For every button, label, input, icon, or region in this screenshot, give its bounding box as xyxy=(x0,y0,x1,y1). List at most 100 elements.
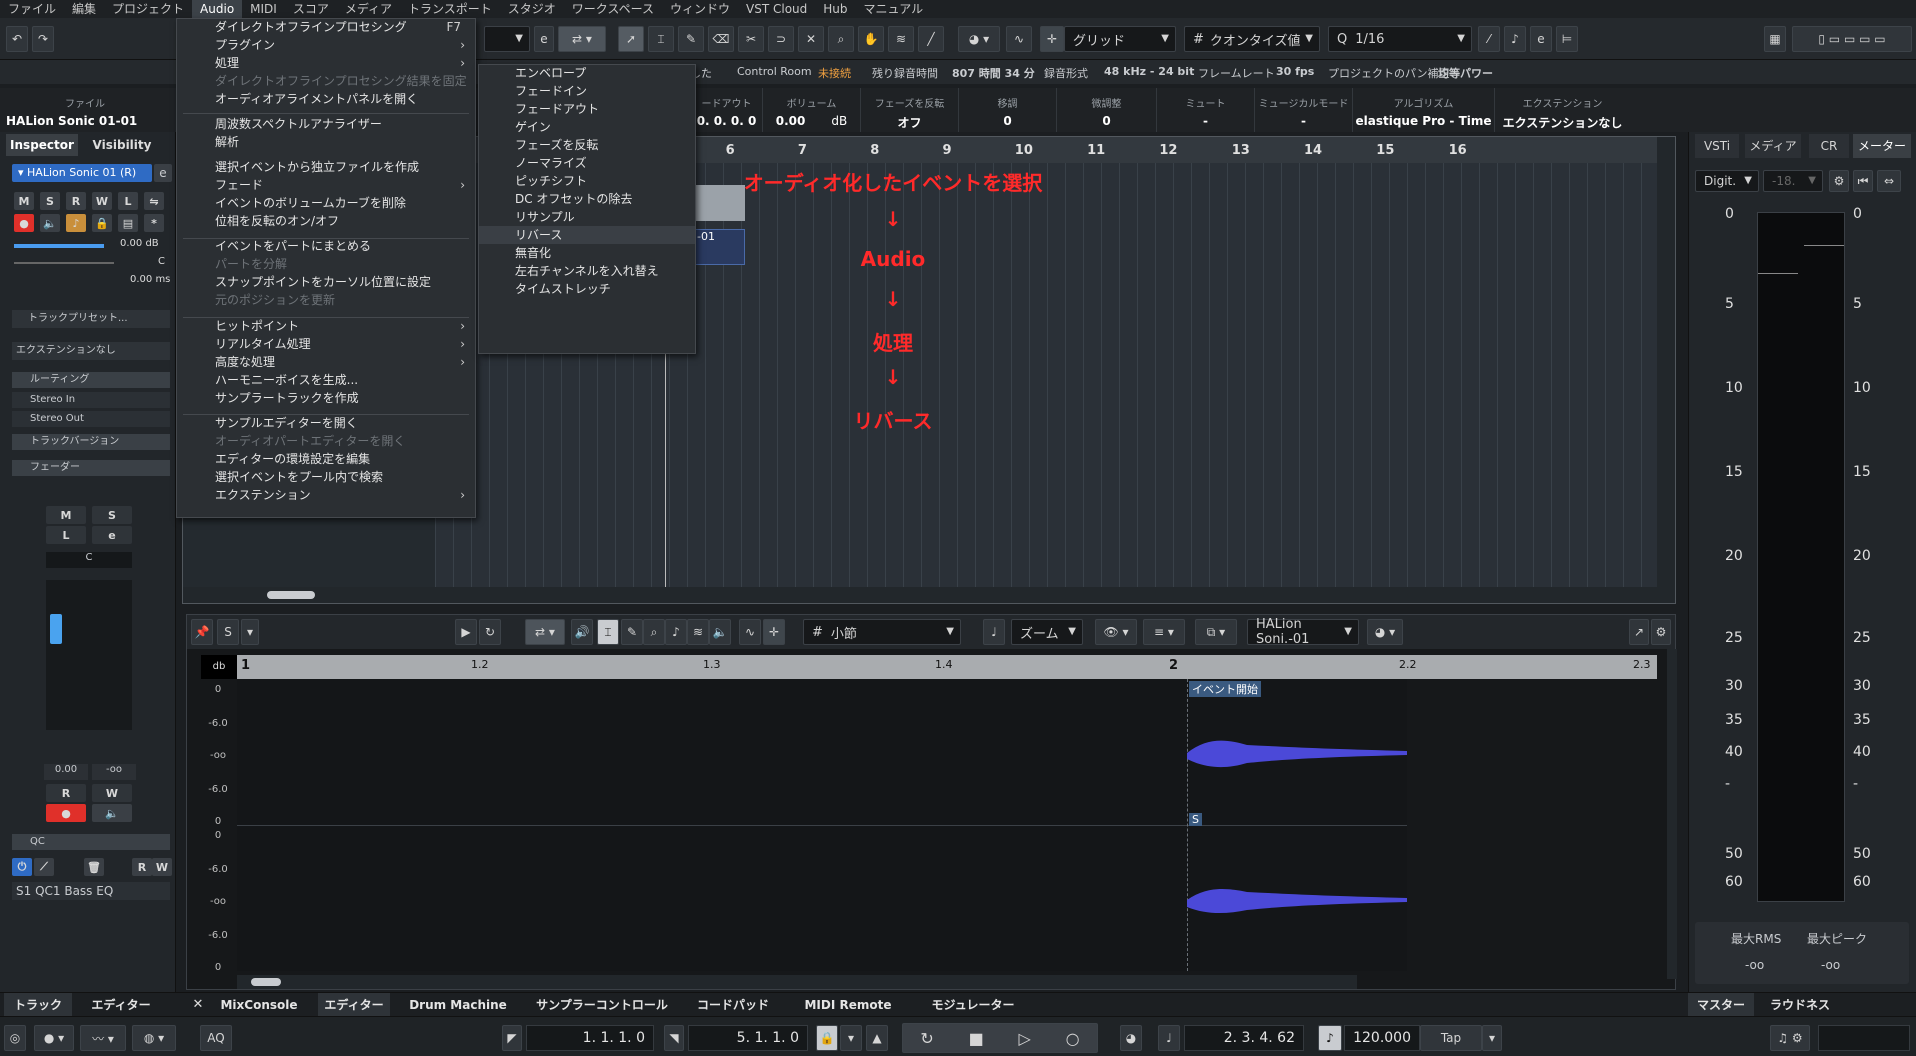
split-tool-icon[interactable]: ✂ xyxy=(738,26,764,52)
musical-mode-icon[interactable]: ♩ xyxy=(983,619,1005,645)
left-locator-field[interactable]: 1. 1. 1. 0 xyxy=(526,1025,654,1051)
bottom-tab[interactable]: Drum Machine xyxy=(398,993,518,1017)
project-hscroll[interactable] xyxy=(183,587,1657,603)
process-menu-item[interactable]: リサンプル xyxy=(479,208,695,226)
track-name[interactable]: ▾ HALion Sonic 01 (R) xyxy=(12,164,152,182)
meter-tab[interactable]: メディア xyxy=(1745,134,1801,158)
transport-extra-field[interactable] xyxy=(1818,1025,1910,1051)
fader-read-button[interactable]: R xyxy=(46,784,86,802)
extension-dropdown[interactable]: エクステンションなし xyxy=(12,342,170,360)
draw-tool-icon[interactable]: ✎ xyxy=(678,26,704,52)
pre-roll-icon[interactable]: ◕ xyxy=(1120,1025,1142,1051)
tab-inspector[interactable]: Inspector xyxy=(6,134,78,156)
process-menu-item[interactable]: 無音化 xyxy=(479,244,695,262)
quantize-value-dropdown[interactable]: Q 1/16 ▼ xyxy=(1328,26,1472,52)
cycle-icon[interactable]: ↻ xyxy=(920,1029,933,1048)
fader-listen-button[interactable]: L xyxy=(46,526,86,544)
snap-toggle-icon[interactable]: ∿ xyxy=(1006,26,1032,52)
tab-master[interactable]: マスター xyxy=(1688,993,1754,1017)
menu-9[interactable]: ワークスペース xyxy=(564,0,662,18)
color-tool-icon[interactable]: ◕ ▾ xyxy=(958,26,1000,52)
read-button[interactable]: R xyxy=(66,192,86,210)
range-select-tool-icon[interactable]: ⌶ xyxy=(597,619,619,645)
process-menu-item[interactable]: タイムストレッチ xyxy=(479,280,695,298)
process-menu-item[interactable]: フェードアウト xyxy=(479,100,695,118)
meter-mode-dropdown[interactable]: Digit. ▼ xyxy=(1695,170,1759,192)
time-format-icon[interactable]: ♩ xyxy=(1158,1025,1180,1051)
fader-handle[interactable] xyxy=(50,614,62,644)
menu-11[interactable]: VST Cloud xyxy=(738,0,815,18)
tab-loudness[interactable]: ラウドネス xyxy=(1760,993,1840,1017)
volume-slider[interactable] xyxy=(14,244,104,248)
fader-mute-button[interactable]: M xyxy=(46,506,86,524)
snap-icon[interactable]: ✛ xyxy=(1040,26,1064,52)
fader-monitor-icon[interactable]: 🔈 xyxy=(92,804,132,822)
waveform-mode-icon[interactable]: 〰 ▾ xyxy=(80,1025,126,1051)
open-window-icon[interactable]: ↗ xyxy=(1629,619,1649,645)
meter-tab[interactable]: VSTi xyxy=(1695,134,1739,158)
tempo-field[interactable]: 120.000 xyxy=(1344,1025,1420,1051)
settings-icon[interactable]: ⚙ xyxy=(1651,619,1671,645)
right-locator-field[interactable]: 5. 1. 1. 0 xyxy=(688,1025,808,1051)
tempo-track-icon[interactable]: ♪ xyxy=(1318,1025,1342,1051)
auto-quantize-button[interactable]: AQ xyxy=(200,1025,232,1051)
write-button[interactable]: W xyxy=(92,192,112,210)
process-menu-item[interactable]: ピッチシフト xyxy=(479,172,695,190)
bottom-tab[interactable]: トラック xyxy=(4,993,72,1017)
audition-icon[interactable]: 🔈 xyxy=(709,619,731,645)
process-menu-item[interactable]: DC オフセットの除去 xyxy=(479,190,695,208)
mute-tool-icon[interactable]: ✕ xyxy=(798,26,824,52)
process-menu-item[interactable]: エンベロープ xyxy=(479,64,695,82)
record-mode-icon[interactable]: ● ▾ xyxy=(34,1025,74,1051)
menu-1[interactable]: 編集 xyxy=(64,0,104,18)
audio-menu-item[interactable]: サンプラートラックを作成 xyxy=(177,387,475,409)
play-transport-icon[interactable]: ▷ xyxy=(1019,1029,1031,1048)
menu-8[interactable]: スタジオ xyxy=(500,0,564,18)
keyboard-icon[interactable]: ▦ xyxy=(1764,26,1786,52)
hand-tool-icon[interactable]: ✋ xyxy=(858,26,884,52)
timebase-icon[interactable]: ♪ xyxy=(66,214,86,232)
qc-eq-slot[interactable]: S1 QC1 Bass EQ xyxy=(12,882,170,900)
range-tool-icon[interactable]: ⌶ xyxy=(648,26,674,52)
editor-grid-dropdown[interactable]: # 小節 ▼ xyxy=(803,619,961,645)
copy-icon[interactable]: ⧉ ▾ xyxy=(1195,619,1237,645)
view-options-icon[interactable]: 👁 ▾ xyxy=(1095,619,1137,645)
undo-icon[interactable]: ↶ xyxy=(6,26,28,52)
input-routing[interactable]: Stereo In xyxy=(12,392,170,408)
layers-icon[interactable]: ≡ ▾ xyxy=(1143,619,1185,645)
align-icon[interactable]: ⊨ xyxy=(1556,26,1578,52)
process-menu-item[interactable]: フェーズを反転 xyxy=(479,136,695,154)
mute-value[interactable]: - xyxy=(1157,114,1254,128)
quantize-apply-icon[interactable]: ♪ xyxy=(1504,26,1526,52)
menu-0[interactable]: ファイル xyxy=(0,0,64,18)
routing-section[interactable]: ルーティング xyxy=(12,372,170,388)
meter-db-dropdown[interactable]: -18. ▼ xyxy=(1763,170,1823,192)
transpose-value[interactable]: 0 xyxy=(959,114,1056,128)
audio-menu-item[interactable]: エクステンション › xyxy=(177,484,475,506)
algorithm-value[interactable]: elastique Pro - Time xyxy=(1353,114,1494,128)
qc-power-icon[interactable]: ⏻ xyxy=(12,858,32,876)
fader-pan[interactable]: C xyxy=(46,552,132,568)
bottom-tab[interactable]: MixConsole xyxy=(212,993,306,1017)
bottom-tab[interactable]: コードパッド xyxy=(688,993,778,1017)
monitor-icon[interactable]: 🔈 xyxy=(40,214,60,232)
timewarp-tool-icon[interactable]: ≋ xyxy=(888,26,914,52)
edit-instrument-icon[interactable]: e xyxy=(154,164,172,182)
qc-delete-icon[interactable]: 🗑 xyxy=(84,858,104,876)
process-menu-item[interactable]: フェードイン xyxy=(479,82,695,100)
editor-hscroll[interactable] xyxy=(237,975,1357,989)
lanes-icon[interactable]: ⇋ xyxy=(144,192,164,210)
hitpoint-icon[interactable]: ≋ xyxy=(687,619,709,645)
bottom-tab[interactable]: サンプラーコントロール xyxy=(522,993,682,1017)
quantize-settings-icon[interactable]: e xyxy=(1530,26,1552,52)
grid-type-dropdown[interactable]: グリッド ▼ xyxy=(1064,26,1176,52)
editor-ruler[interactable]: 1 1.2 1.3 1.4 2 2.2 2.3 xyxy=(237,655,1657,679)
folder-icon[interactable]: ▤ xyxy=(118,214,138,232)
project-vscroll[interactable] xyxy=(1657,137,1675,603)
punch-out-icon[interactable]: ▲ xyxy=(866,1025,888,1051)
zoom-icon[interactable]: ⌕ xyxy=(643,619,665,645)
asterisk-icon[interactable]: * xyxy=(144,214,164,232)
bottom-tab[interactable]: モジュレーター xyxy=(918,993,1028,1017)
color-icon[interactable]: ◕ ▾ xyxy=(1367,619,1403,645)
fader-record-icon[interactable]: ● xyxy=(46,804,86,822)
